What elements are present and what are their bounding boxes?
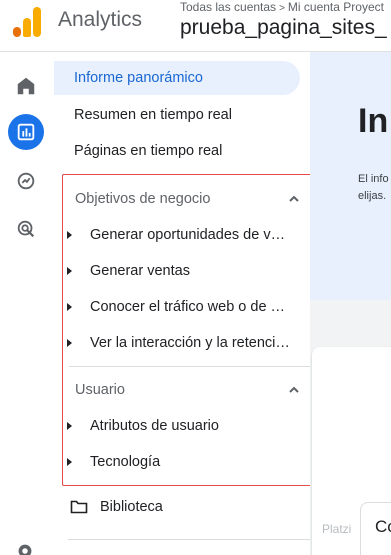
analytics-logo-icon[interactable] bbox=[13, 7, 41, 37]
user-section-title: Usuario bbox=[75, 382, 125, 398]
reports-button[interactable] bbox=[8, 114, 44, 150]
expand-triangle-icon bbox=[67, 422, 72, 430]
nav-item-user-attributes[interactable]: Atributos de usuario bbox=[63, 409, 317, 443]
nav-item-engagement-retention[interactable]: Ver la interacción y la retención de usu… bbox=[63, 326, 317, 360]
card-title: Co bbox=[375, 517, 391, 536]
app-title: Analytics bbox=[58, 8, 143, 31]
reports-icon bbox=[17, 123, 35, 141]
property-selector[interactable]: prueba_pagina_sites_ bbox=[180, 16, 387, 40]
breadcrumb[interactable]: Todas las cuentas > Mi cuenta Proyect bbox=[180, 0, 384, 14]
nav-item-generate-sales[interactable]: Generar ventas bbox=[63, 254, 317, 288]
user-section-header[interactable]: Usuario bbox=[63, 373, 319, 407]
home-icon bbox=[17, 77, 35, 95]
hero-description-line: El info bbox=[358, 173, 389, 185]
nav-item-label: Atributos de usuario bbox=[90, 418, 219, 434]
nav-item-label: Generar ventas bbox=[90, 263, 190, 279]
nav-item-label: Generar oportunidades de venta bbox=[90, 227, 290, 243]
library-label: Biblioteca bbox=[100, 499, 163, 515]
expand-triangle-icon bbox=[67, 267, 72, 275]
main-content: In El info elijas. Co Platzi bbox=[310, 52, 391, 555]
business-objectives-header[interactable]: Objetivos de negocio bbox=[63, 182, 319, 216]
hero-description-line: elijas. bbox=[358, 190, 387, 202]
chevron-up-icon[interactable] bbox=[287, 383, 301, 397]
settings-gear-icon[interactable] bbox=[14, 540, 36, 555]
expand-triangle-icon bbox=[67, 303, 72, 311]
nav-item-overview[interactable]: Informe panorámico bbox=[54, 61, 300, 95]
nav-item-library[interactable]: Biblioteca bbox=[70, 490, 163, 524]
hero-description: El info elijas. bbox=[358, 171, 389, 205]
app-header: Analytics Todas las cuentas > Mi cuenta Pr… bbox=[0, 0, 391, 52]
breadcrumb-separator: > bbox=[279, 3, 285, 14]
nav-item-web-traffic[interactable]: Conocer el tráfico web o de apps bbox=[63, 290, 317, 324]
expand-triangle-icon bbox=[67, 231, 72, 239]
reports-nav: Informe panorámico Resumen en tiempo rea… bbox=[52, 52, 318, 555]
nav-item-label: Conocer el tráfico web o de apps bbox=[90, 299, 290, 315]
left-rail bbox=[0, 52, 52, 555]
expand-triangle-icon bbox=[67, 458, 72, 466]
hero-banner: In El info elijas. bbox=[310, 52, 391, 300]
section-divider bbox=[69, 366, 313, 367]
advertising-button[interactable] bbox=[8, 211, 44, 247]
platzi-watermark: Platzi bbox=[322, 522, 352, 536]
nav-bottom-divider bbox=[68, 539, 310, 540]
highlighted-section-box: Objetivos de negocio Generar oportunidad… bbox=[62, 174, 318, 486]
explore-icon bbox=[17, 172, 35, 190]
explore-button[interactable] bbox=[8, 163, 44, 199]
breadcrumb-account[interactable]: Mi cuenta Proyect bbox=[288, 0, 384, 14]
nav-item-label: Tecnología bbox=[90, 454, 161, 470]
expand-triangle-icon bbox=[67, 339, 72, 347]
breadcrumb-all-accounts[interactable]: Todas las cuentas bbox=[180, 0, 276, 14]
chevron-up-icon[interactable] bbox=[287, 192, 301, 206]
nav-item-technology[interactable]: Tecnología bbox=[63, 445, 317, 479]
folder-icon bbox=[70, 500, 88, 514]
nav-item-generate-leads[interactable]: Generar oportunidades de venta bbox=[63, 218, 317, 252]
home-button[interactable] bbox=[8, 68, 44, 104]
nav-item-label: Ver la interacción y la retención de usu… bbox=[90, 335, 290, 351]
nav-item-realtime-summary[interactable]: Resumen en tiempo real bbox=[52, 98, 232, 132]
advertising-icon bbox=[17, 220, 35, 238]
content-card-secondary[interactable]: Co bbox=[360, 502, 391, 555]
business-objectives-title: Objetivos de negocio bbox=[75, 191, 211, 207]
hero-title: In bbox=[358, 102, 389, 140]
nav-item-realtime-pages[interactable]: Páginas en tiempo real bbox=[52, 134, 222, 168]
